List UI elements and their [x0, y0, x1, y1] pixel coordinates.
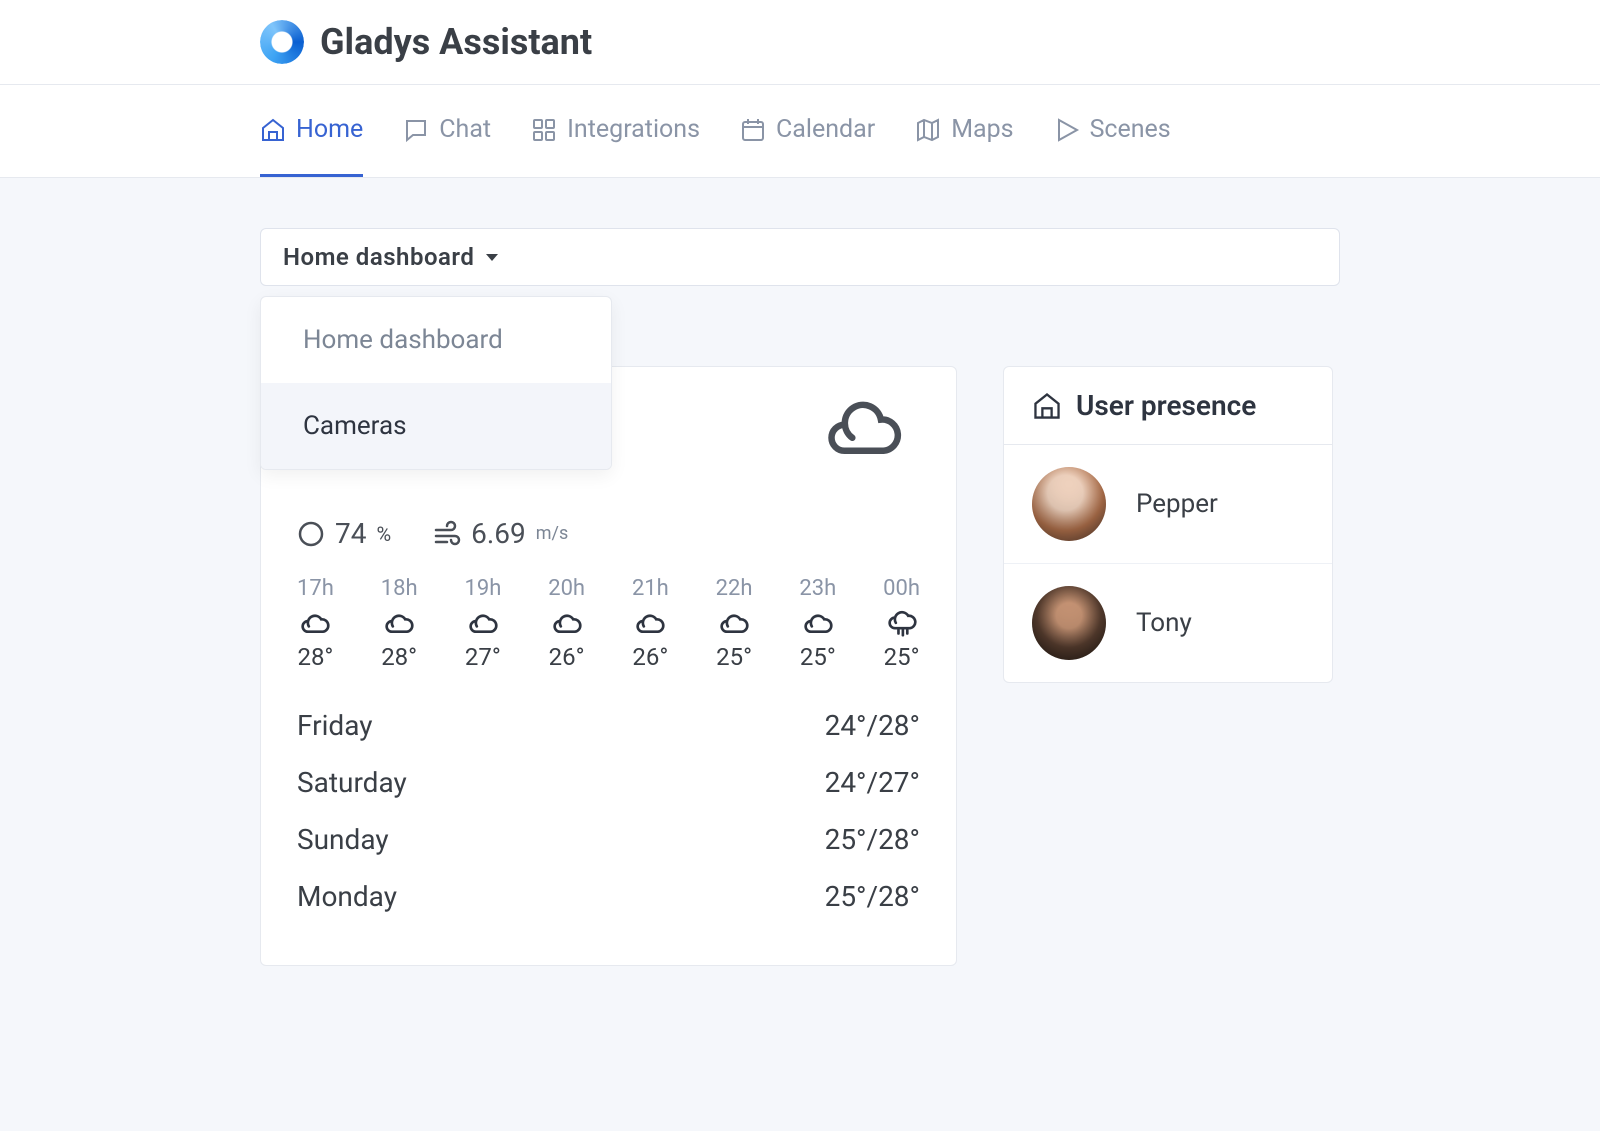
cloud-icon: [800, 607, 836, 637]
nav-item-label: Scenes: [1090, 115, 1171, 144]
home-icon: [260, 117, 286, 143]
hour-time: 19h: [464, 576, 501, 601]
cloud-icon: [716, 607, 752, 637]
cloud-icon: [818, 391, 910, 473]
grid-icon: [531, 117, 557, 143]
nav-item-integrations[interactable]: Integrations: [531, 85, 700, 177]
day-range: 25°/28°: [825, 880, 920, 913]
user-name: Tony: [1136, 608, 1192, 638]
nav-item-home[interactable]: Home: [260, 85, 363, 177]
calendar-icon: [740, 117, 766, 143]
hour-temp: 26°: [549, 643, 585, 671]
rain-icon: [884, 607, 920, 637]
day-range: 24°/27°: [825, 766, 920, 799]
daily-forecast: Friday 24°/28° Saturday 24°/27° Sunday 25°/28…: [297, 697, 920, 925]
wind-value: 6.69m/s: [433, 517, 568, 550]
nav-item-calendar[interactable]: Calendar: [740, 85, 875, 177]
hour-time: 18h: [381, 576, 418, 601]
cloud-icon: [632, 607, 668, 637]
nav-item-maps[interactable]: Maps: [915, 85, 1013, 177]
app-title: Gladys Assistant: [320, 21, 592, 63]
dashboard-selector-current: Home dashboard: [283, 243, 474, 271]
day-range: 25°/28°: [825, 823, 920, 856]
app-header: Gladys Assistant: [0, 0, 1600, 84]
nav-item-label: Chat: [439, 115, 491, 144]
day-range: 24°/28°: [825, 709, 920, 742]
wind-icon: [433, 520, 461, 548]
nav-item-label: Maps: [951, 115, 1013, 144]
dashboard-option-cameras[interactable]: Cameras: [261, 383, 611, 469]
user-name: Pepper: [1136, 489, 1218, 519]
hour-temp: 28°: [297, 643, 333, 671]
nav-item-chat[interactable]: Chat: [403, 85, 491, 177]
daily-forecast-row: Sunday 25°/28°: [297, 811, 920, 868]
cloud-icon: [549, 607, 585, 637]
map-icon: [915, 117, 941, 143]
nav-item-label: Calendar: [776, 115, 875, 144]
hour-time: 21h: [632, 576, 669, 601]
dashboard-selector-menu: Home dashboardCameras: [260, 296, 612, 470]
presence-user-row[interactable]: Pepper: [1004, 445, 1332, 564]
daily-forecast-row: Saturday 24°/27°: [297, 754, 920, 811]
hour-temp: 26°: [632, 643, 668, 671]
hourly-forecast-item: 20h 26°: [548, 576, 585, 671]
hourly-forecast-item: 19h 27°: [464, 576, 501, 671]
home-icon: [1032, 391, 1062, 421]
app-logo-icon: [260, 20, 304, 64]
cloud-icon: [465, 607, 501, 637]
humidity-value: 74%: [297, 517, 391, 550]
day-name: Saturday: [297, 766, 407, 799]
daily-forecast-row: Friday 24°/28°: [297, 697, 920, 754]
hour-temp: 28°: [381, 643, 417, 671]
nav-item-label: Integrations: [567, 115, 700, 144]
hourly-forecast-item: 17h 28°: [297, 576, 334, 671]
hour-time: 22h: [716, 576, 753, 601]
hour-time: 20h: [548, 576, 585, 601]
dashboard-selector-button[interactable]: Home dashboard: [260, 228, 1340, 286]
hour-time: 23h: [799, 576, 836, 601]
hour-time: 17h: [297, 576, 334, 601]
daily-forecast-row: Monday 25°/28°: [297, 868, 920, 925]
day-name: Friday: [297, 709, 372, 742]
presence-user-row[interactable]: Tony: [1004, 564, 1332, 682]
primary-nav: Home Chat Integrations Calendar Maps Scenes: [0, 84, 1600, 178]
chat-icon: [403, 117, 429, 143]
hour-time: 00h: [883, 576, 920, 601]
humidity-icon: [297, 520, 325, 548]
hour-temp: 27°: [465, 643, 501, 671]
hour-temp: 25°: [716, 643, 752, 671]
chevron-down-icon: [486, 254, 498, 261]
user-presence-card: User presence Pepper Tony: [1003, 366, 1333, 683]
play-icon: [1054, 117, 1080, 143]
hour-temp: 25°: [800, 643, 836, 671]
hour-temp: 25°: [884, 643, 920, 671]
nav-item-scenes[interactable]: Scenes: [1054, 85, 1171, 177]
dashboard-selector: Home dashboard Home dashboardCameras: [260, 228, 1340, 286]
hourly-forecast-item: 23h 25°: [799, 576, 836, 671]
dashboard-option-home-dashboard[interactable]: Home dashboard: [261, 297, 611, 383]
avatar: [1032, 467, 1106, 541]
cloud-icon: [381, 607, 417, 637]
hourly-forecast-item: 00h 25°: [883, 576, 920, 671]
hourly-forecast-item: 22h 25°: [716, 576, 753, 671]
hourly-forecast-item: 18h 28°: [381, 576, 418, 671]
day-name: Monday: [297, 880, 397, 913]
nav-item-label: Home: [296, 115, 363, 144]
user-presence-header: User presence: [1004, 367, 1332, 445]
hourly-forecast: 17h28°18h28°19h27°20h26°21h26°22h25°23h2…: [297, 576, 920, 671]
day-name: Sunday: [297, 823, 389, 856]
avatar: [1032, 586, 1106, 660]
hourly-forecast-item: 21h 26°: [632, 576, 669, 671]
cloud-icon: [297, 607, 333, 637]
